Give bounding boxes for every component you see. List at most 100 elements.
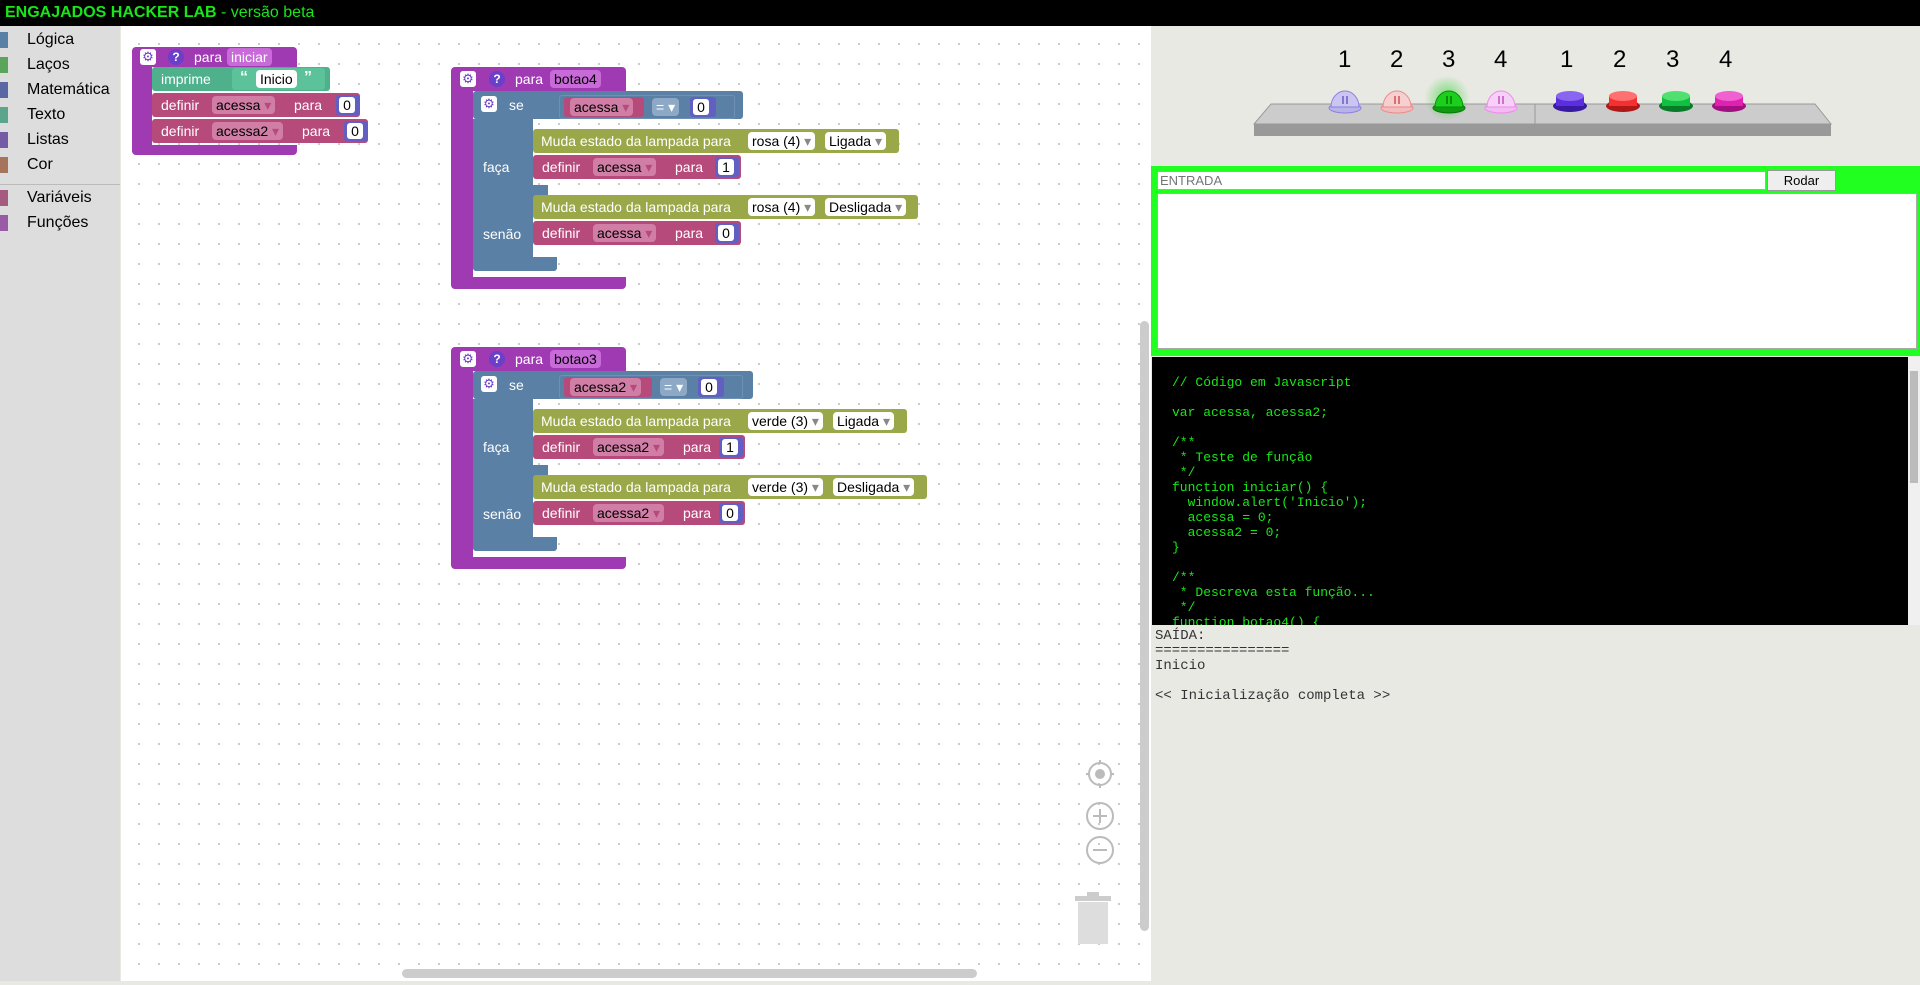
variable-dropdown[interactable]: acessa ▾ [570,98,634,116]
help-icon[interactable]: ? [168,49,184,65]
input-textarea[interactable] [1157,193,1917,349]
function-block-botao3[interactable]: ⚙ ? para botao3 ⚙ se faça senão acessa2 … [451,347,941,579]
scroll-thumb[interactable] [1910,371,1918,483]
state-dropdown[interactable]: Ligada ▾ [833,412,894,430]
zoom-in-icon[interactable] [1085,801,1115,831]
number-block[interactable]: 0 [344,121,368,141]
block-keyword: imprime [161,71,211,87]
lamp-number-3: 3 [1442,46,1456,73]
number-block[interactable]: 1 [715,157,739,177]
function-block-botao4[interactable]: ⚙ ? para botao4 ⚙ se faça senão acessa ▾… [451,67,931,299]
compare-block[interactable]: acessa ▾ = ▾ 0 [559,95,735,119]
lamp-number-4: 4 [1494,46,1508,73]
push-button-2[interactable] [1604,84,1642,114]
chevron-down-icon: ▾ [804,199,812,215]
variable-dropdown[interactable]: acessa2 ▾ [593,438,665,456]
number-field[interactable]: 0 [701,379,717,395]
lamp-dropdown[interactable]: verde (3) ▾ [748,412,823,430]
toolbox-category-functions[interactable]: Funções [0,211,120,235]
number-block[interactable]: 0 [690,97,716,117]
set-variable-block[interactable]: definir acessa ▾ para 1 [533,155,741,179]
operator-dropdown[interactable]: = ▾ [660,378,688,396]
number-field[interactable]: 0 [718,225,734,241]
variable-dropdown[interactable]: acessa2 ▾ [593,504,665,522]
number-block[interactable]: 0 [336,95,360,115]
number-block[interactable]: 1 [719,437,743,457]
set-variable-block-acessa2[interactable]: definir acessa2 ▾ para 0 [152,119,368,143]
trash-icon[interactable] [1071,890,1115,946]
gear-icon[interactable]: ⚙ [481,376,497,392]
number-field[interactable]: 1 [718,159,734,175]
set-lamp-block[interactable]: Muda estado da lampada para rosa (4) ▾ L… [533,129,899,153]
toolbox-category-logic[interactable]: Lógica [0,28,120,52]
gear-icon[interactable]: ⚙ [481,96,497,112]
set-variable-block[interactable]: definir acessa2 ▾ para 0 [533,501,745,525]
push-button-3[interactable] [1657,84,1695,114]
set-variable-block[interactable]: definir acessa ▾ para 0 [533,221,741,245]
toolbox-category-color[interactable]: Cor [0,153,120,177]
number-field[interactable]: 0 [347,123,363,139]
lamp-dropdown[interactable]: rosa (4) ▾ [748,198,816,216]
gear-icon[interactable]: ⚙ [460,71,476,87]
number-block[interactable]: 0 [715,223,739,243]
set-variable-block-acessa[interactable]: definir acessa ▾ para 0 [152,93,360,117]
block-keyword: para [302,123,331,139]
help-icon[interactable]: ? [489,71,505,87]
help-icon[interactable]: ? [489,351,505,367]
number-field[interactable]: 0 [693,99,709,115]
set-variable-block[interactable]: definir acessa2 ▾ para 1 [533,435,745,459]
number-block[interactable]: 0 [719,503,743,523]
button-number-4: 4 [1719,46,1733,73]
text-literal-field[interactable]: Inicio [256,70,297,88]
blockly-workspace[interactable]: ⚙ ? para iniciar imprime “ Inicio ” defi… [121,26,1151,981]
toolbox-category-lists[interactable]: Listas [0,128,120,152]
toolbox-category-math[interactable]: Matemática [0,78,120,102]
variable-dropdown[interactable]: acessa2 ▾ [212,122,284,140]
variable-dropdown[interactable]: acessa ▾ [593,158,657,176]
state-dropdown[interactable]: Ligada ▾ [825,132,886,150]
operator-dropdown[interactable]: = ▾ [652,98,680,116]
variable-dropdown[interactable]: acessa ▾ [212,96,276,114]
text-literal-block[interactable]: “ Inicio ” [232,68,325,90]
run-button[interactable]: Rodar [1767,170,1836,191]
gear-icon[interactable]: ⚙ [140,49,156,65]
toolbox-category-text[interactable]: Texto [0,103,120,127]
print-block[interactable]: imprime “ Inicio ” [152,67,330,91]
lamp-dropdown[interactable]: verde (3) ▾ [748,478,823,496]
state-dropdown[interactable]: Desligada ▾ [833,478,915,496]
recenter-icon[interactable] [1085,759,1115,789]
compare-block[interactable]: acessa2 ▾ = ▾ 0 [559,375,743,399]
if-block-footer [473,257,557,271]
toolbox-category-loops[interactable]: Laços [0,53,120,77]
block-keyword: definir [542,439,581,455]
horizontal-scrollbar[interactable] [402,969,977,978]
number-field[interactable]: 1 [722,439,738,455]
variable-get-block[interactable]: acessa ▾ [564,97,644,117]
block-keyword: senão [483,226,522,242]
set-lamp-block[interactable]: Muda estado da lampada para verde (3) ▾ … [533,409,907,433]
function-name-field[interactable]: botao3 [550,350,601,368]
button-number-1: 1 [1560,46,1574,73]
set-lamp-block[interactable]: Muda estado da lampada para verde (3) ▾ … [533,475,927,499]
toolbox-category-variables[interactable]: Variáveis [0,186,120,210]
variable-get-block[interactable]: acessa2 ▾ [564,377,652,397]
variable-dropdown[interactable]: acessa2 ▾ [570,378,642,396]
code-scrollbar[interactable] [1908,357,1920,625]
push-button-1[interactable] [1551,84,1589,114]
function-block-iniciar[interactable]: ⚙ ? para iniciar imprime “ Inicio ” defi… [132,47,368,161]
number-field[interactable]: 0 [722,505,738,521]
state-dropdown[interactable]: Desligada ▾ [825,198,907,216]
zoom-out-icon[interactable] [1085,835,1115,865]
number-block[interactable]: 0 [698,377,724,397]
function-name-field[interactable]: botao4 [550,70,601,88]
lamp-dropdown[interactable]: rosa (4) ▾ [748,132,816,150]
number-field[interactable]: 0 [339,97,355,113]
function-name-field[interactable]: iniciar [227,48,272,66]
input-field[interactable] [1157,171,1766,190]
set-lamp-block[interactable]: Muda estado da lampada para rosa (4) ▾ D… [533,195,918,219]
block-keyword: Muda estado da lampada para [541,413,731,429]
push-button-4[interactable] [1710,84,1748,114]
vertical-scrollbar[interactable] [1140,321,1149,931]
variable-dropdown[interactable]: acessa ▾ [593,224,657,242]
gear-icon[interactable]: ⚙ [460,351,476,367]
